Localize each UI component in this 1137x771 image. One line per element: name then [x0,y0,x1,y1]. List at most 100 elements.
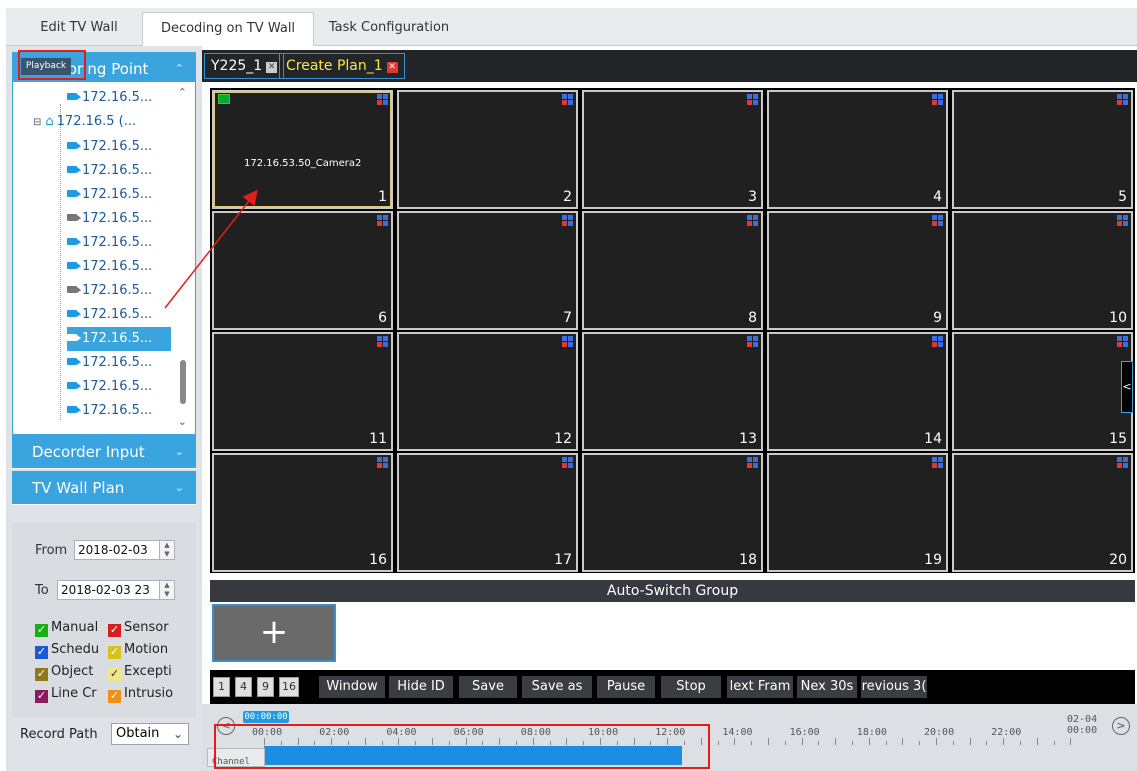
timeline-tick [801,738,803,745]
to-spinner[interactable]: ▲ ▼ [159,580,175,600]
timeline-tick [969,738,971,745]
timeline-next-icon[interactable]: > [1112,717,1130,735]
tree-item-camera[interactable]: 172.16.5... [67,159,152,183]
tv-screen[interactable]: 16 [212,453,393,572]
scroll-down-icon[interactable]: ⌄ [178,415,187,428]
save-button[interactable]: Save [459,676,517,698]
check-icon: ✓ [108,689,121,703]
timeline-tick [835,738,837,745]
decoder-status-icon [562,457,574,469]
check-icon: ✓ [35,645,48,659]
plan-tab-create-plan[interactable]: Create Plan_1 ✕ [279,53,405,79]
tree-item-camera-selected[interactable]: 172.16.5... [67,327,171,351]
tv-wall-plan-header[interactable]: TV Wall Plan ⌄ [12,471,196,505]
decoder-status-icon [932,215,944,227]
record-path-select[interactable]: Obtain ⌄ [111,723,189,745]
decoder-input-header[interactable]: Decorder Input ⌄ [12,435,196,469]
screen-number: 5 [1118,189,1127,205]
decoder-status-icon [377,336,389,348]
tree-item-camera[interactable]: 172.16.5... [67,231,152,255]
scroll-up-icon[interactable]: ⌃ [178,86,187,99]
tv-screen[interactable]: 14 [767,332,948,451]
tv-screen[interactable]: 7 [397,211,578,330]
tree-item-camera[interactable]: 172.16.5... [67,399,152,423]
close-icon[interactable]: ✕ [386,62,398,73]
checkbox-motion[interactable]: ✓ Motion [108,641,178,659]
hide-id-button[interactable]: Hide ID [389,676,453,698]
side-collapse-handle[interactable]: < [1121,361,1133,413]
previous-30s-button[interactable]: revious 3( [861,676,927,698]
tv-screen[interactable]: 3 [582,90,763,209]
close-icon[interactable]: ✕ [266,62,278,73]
timeline-tick [1036,738,1038,745]
checkbox-schedule[interactable]: ✓ Schedu [35,641,107,659]
tree-item-camera[interactable]: 172.16.5... [67,255,152,279]
tv-screen[interactable]: 4 [767,90,948,209]
tv-screen[interactable]: 5 [952,90,1133,209]
tv-screen[interactable]: 172.16.53.50_Camera2 1 [212,90,393,209]
tv-screen[interactable]: 20 [952,453,1133,572]
tree-item-camera[interactable]: 172.16.5... [67,303,152,327]
tab-task-configuration[interactable]: Task Configuration [316,12,462,46]
collapse-toggle-icon[interactable]: ⊟ [33,117,41,128]
checkbox-line-crossing[interactable]: ✓ Line Cr [35,685,107,703]
pause-button[interactable]: Pause [597,676,655,698]
screen-number: 11 [369,431,387,447]
tree-item-camera[interactable]: 172.16.5... [67,135,152,159]
tree-item-camera-offline[interactable]: 172.16.5... [67,207,152,231]
checkbox-exception[interactable]: ✓ Excepti [108,663,178,681]
split-1-button[interactable]: 1 [213,677,230,697]
from-label: From [35,543,68,558]
tv-screen[interactable]: 8 [582,211,763,330]
current-time-marker[interactable]: 00:00:00 [243,711,289,723]
split-16-button[interactable]: 16 [279,677,299,697]
checkbox-intrusion[interactable]: ✓ Intrusio [108,685,180,703]
tree-item-camera[interactable]: 172.16.5... [67,183,152,207]
tab-edit-tv-wall[interactable]: Edit TV Wall [18,12,140,46]
tv-screen[interactable]: 15 [952,332,1133,451]
camera-icon [67,286,81,293]
tree-item-camera[interactable]: 172.16.5... [67,375,152,399]
timeline-tick [768,738,769,745]
screen-number: 19 [924,552,942,568]
tv-screen[interactable]: 13 [582,332,763,451]
plan-tab-y225[interactable]: Y225_1 ✕ [204,53,285,79]
stop-button[interactable]: Stop [661,676,721,698]
tree-item-camera[interactable]: 172.16.5... [67,86,152,110]
tree-scrollbar[interactable] [180,360,186,404]
auto-switch-group-body [210,602,1135,664]
next-30s-button[interactable]: Nex 30s [797,676,857,698]
timeline-end-time: 00:00 [1067,725,1098,736]
from-date-input[interactable]: 2018-02-03 [74,540,160,560]
next-frame-button[interactable]: lext Fram [727,676,793,698]
save-as-button[interactable]: Save as [522,676,592,698]
checkbox-manual[interactable]: ✓ Manual [35,619,105,637]
tree-item-device[interactable]: ⊟ ⌂ 172.16.5 (... [33,110,136,134]
to-date-input[interactable]: 2018-02-03 23 [57,580,160,600]
tv-screen[interactable]: 2 [397,90,578,209]
screen-number: 1 [378,189,387,205]
tv-screen[interactable]: 10 [952,211,1133,330]
split-4-button[interactable]: 4 [235,677,252,697]
tv-screen[interactable]: 9 [767,211,948,330]
tv-screen[interactable]: 6 [212,211,393,330]
tv-screen[interactable]: 19 [767,453,948,572]
from-spinner[interactable]: ▲ ▼ [159,540,175,560]
screen-number: 13 [739,431,757,447]
screen-number: 8 [748,310,757,326]
timeline-hour-label: 22:00 [991,727,1022,738]
tv-screen[interactable]: 12 [397,332,578,451]
screen-number: 17 [554,552,572,568]
add-group-button[interactable]: + [212,604,336,662]
split-9-button[interactable]: 9 [257,677,274,697]
tab-decoding-on-tv-wall[interactable]: Decoding on TV Wall [142,12,314,46]
decoder-status-icon [932,336,944,348]
checkbox-sensor[interactable]: ✓ Sensor [108,619,178,637]
tree-item-camera[interactable]: 172.16.5... [67,351,152,375]
checkbox-object[interactable]: ✓ Object [35,663,107,681]
tv-screen[interactable]: 18 [582,453,763,572]
tv-screen[interactable]: 11 [212,332,393,451]
window-button[interactable]: Window [319,676,385,698]
tv-screen[interactable]: 17 [397,453,578,572]
tree-item-camera-offline[interactable]: 172.16.5... [67,279,152,303]
